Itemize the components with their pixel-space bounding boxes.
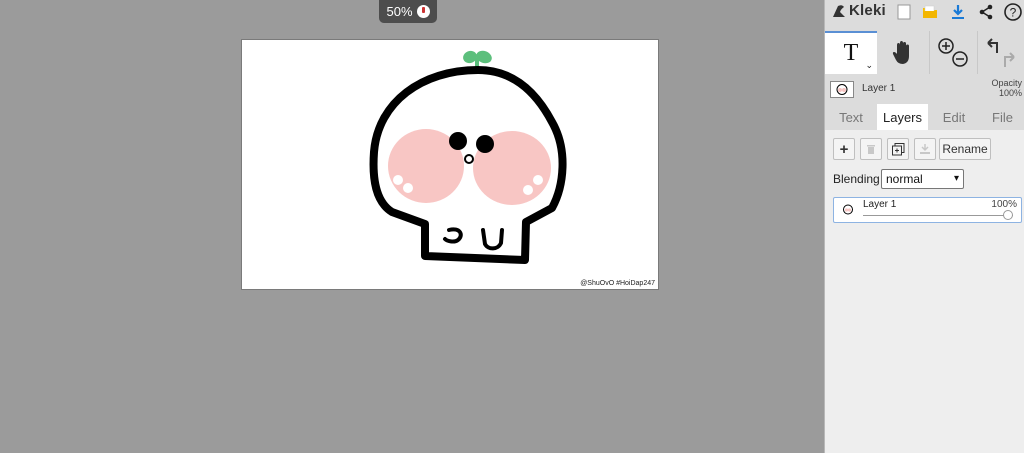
share-icon[interactable] [977, 3, 995, 21]
kleki-logo-icon [833, 4, 845, 17]
layer-item-name: Layer 1 [863, 199, 897, 210]
layer-item-thumbnail [840, 203, 856, 216]
svg-text:?: ? [1010, 6, 1017, 20]
canvas-workspace[interactable]: 50% @ShuOvO #HoiDap247 [0, 0, 824, 453]
text-tool-icon: T [843, 40, 859, 66]
current-layer-info: Layer 1 Opacity 100% [825, 78, 1024, 102]
zoom-level: 50% [386, 4, 413, 19]
zoom-out-icon[interactable] [952, 50, 968, 67]
blending-mode-value: normal [886, 172, 923, 186]
zoom-in-icon[interactable] [938, 37, 954, 54]
watermark-text: @ShuOvO #HoiDap247 [580, 280, 655, 287]
chevron-down-icon: ▾ [953, 173, 959, 184]
layer-opacity-slider-handle[interactable] [1003, 210, 1013, 220]
current-layer-name: Layer 1 [862, 83, 896, 94]
open-folder-icon[interactable] [921, 3, 939, 21]
trash-icon [867, 145, 875, 154]
layer-item-opacity: 100% [991, 199, 1017, 210]
reset-zoom-icon[interactable] [416, 5, 430, 18]
hand-icon [892, 40, 909, 64]
tool-row: T ⌄ [825, 31, 1024, 74]
side-panel: Kleki ? T ⌄ Layer 1 Opacity 100% Text La… [824, 0, 1024, 453]
zoom-indicator[interactable]: 50% [379, 0, 437, 23]
tab-layers[interactable]: Layers [877, 104, 928, 130]
undo-icon[interactable] [987, 37, 998, 53]
merge-layer-button[interactable] [914, 138, 936, 160]
zoom-buttons [929, 31, 978, 74]
blending-mode-select[interactable]: normal ▾ [881, 169, 964, 189]
tab-text[interactable]: Text [825, 104, 877, 130]
opacity-indicator: Opacity 100% [991, 78, 1022, 98]
drawing-illustration [369, 50, 567, 264]
layer-opacity-slider[interactable] [863, 215, 1013, 216]
layers-pane: + Rename Blending normal ▾ Layer 1 100% [825, 130, 1024, 453]
left-eye [449, 132, 467, 150]
tab-edit[interactable]: Edit [928, 104, 980, 130]
app-logo[interactable]: Kleki [831, 2, 886, 19]
app-name: Kleki [849, 2, 886, 19]
rename-layer-button[interactable]: Rename [939, 138, 991, 160]
blending-label: Blending [833, 172, 880, 186]
hand-tool-button[interactable] [877, 31, 930, 74]
text-tool-button[interactable]: T ⌄ [825, 31, 877, 74]
opacity-value: 100% [998, 88, 1022, 98]
download-icon[interactable] [949, 3, 967, 21]
layer-thumbnail [830, 81, 854, 98]
layer-list-item[interactable]: Layer 1 100% [833, 197, 1022, 223]
merge-down-icon [920, 144, 930, 154]
tab-file[interactable]: File [980, 104, 1024, 130]
add-layer-button[interactable]: + [833, 138, 855, 160]
top-toolbar: Kleki ? [825, 0, 1024, 25]
panel-tabs: Text Layers Edit File [825, 104, 1024, 130]
help-icon[interactable]: ? [1004, 3, 1022, 21]
redo-icon[interactable] [1004, 51, 1015, 67]
chevron-down-icon[interactable]: ⌄ [865, 60, 873, 71]
undo-redo-buttons [977, 31, 1024, 74]
duplicate-icon [891, 142, 904, 155]
opacity-title: Opacity [991, 78, 1022, 88]
new-image-icon[interactable] [895, 3, 913, 21]
sprout-drawing [463, 50, 492, 68]
right-eye [476, 135, 494, 153]
delete-layer-button[interactable] [860, 138, 882, 160]
duplicate-layer-button[interactable] [887, 138, 909, 160]
drawing-canvas[interactable]: @ShuOvO #HoiDap247 [242, 40, 658, 289]
